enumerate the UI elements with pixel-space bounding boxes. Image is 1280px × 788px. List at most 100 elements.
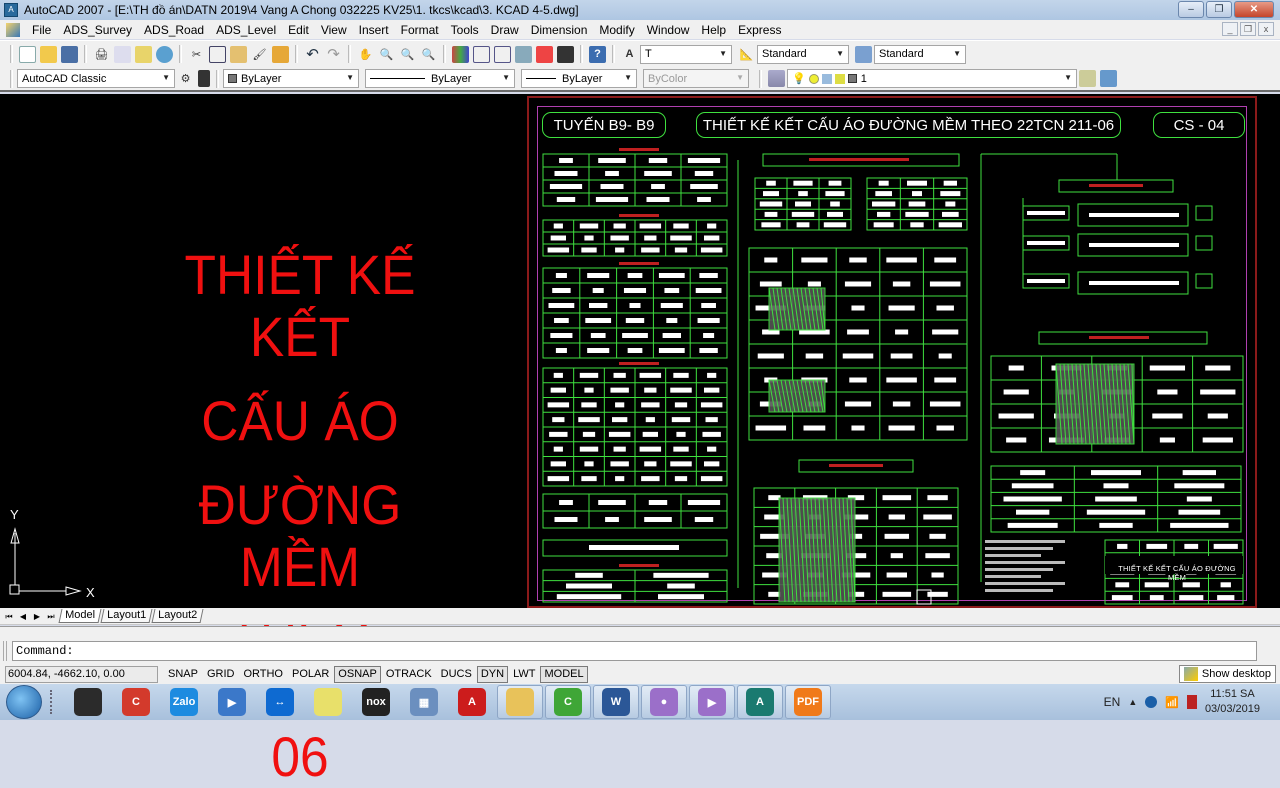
dim-style-select[interactable]: Standard ▼: [757, 44, 849, 64]
design-center-icon[interactable]: [473, 45, 490, 63]
3d-dwf-icon[interactable]: [156, 45, 173, 63]
menu-edit[interactable]: Edit: [282, 23, 315, 37]
status-toggle-osnap[interactable]: OSNAP: [334, 665, 381, 683]
taskbar-app[interactable]: nox: [353, 685, 399, 719]
minimize-button[interactable]: –: [1178, 1, 1204, 18]
plot-icon[interactable]: 🖨: [93, 46, 110, 63]
match-properties-icon[interactable]: 🖌: [251, 46, 268, 63]
doc-close-button[interactable]: x: [1258, 22, 1274, 36]
clock[interactable]: 11:51 SA 03/03/2019: [1205, 687, 1260, 717]
block-editor-icon[interactable]: [272, 45, 289, 63]
menu-view[interactable]: View: [315, 23, 353, 37]
status-toggle-snap[interactable]: SNAP: [164, 666, 202, 683]
tab-layout1[interactable]: Layout1: [100, 609, 153, 623]
text-style-select[interactable]: T ▼: [640, 44, 732, 64]
taskbar-app[interactable]: ▶: [209, 685, 255, 719]
last-tab-button[interactable]: ⏭: [44, 610, 58, 623]
taskbar-app[interactable]: A: [449, 685, 495, 719]
command-grip[interactable]: [3, 641, 7, 661]
menu-ads-level[interactable]: ADS_Level: [210, 23, 282, 37]
save-workspace-icon[interactable]: [198, 70, 210, 87]
menu-modify[interactable]: Modify: [593, 23, 640, 37]
taskbar-app[interactable]: W: [593, 685, 639, 719]
cut-icon[interactable]: ✂: [188, 46, 205, 63]
antivirus-icon[interactable]: [1145, 696, 1158, 708]
linetype-select[interactable]: ByLayer ▼: [365, 69, 515, 88]
lineweight-select[interactable]: ByLayer ▼: [521, 69, 637, 88]
taskbar-app[interactable]: C: [113, 685, 159, 719]
redo-icon[interactable]: ↷: [325, 46, 342, 63]
tab-layout2[interactable]: Layout2: [151, 609, 204, 623]
undo-icon[interactable]: ↶: [304, 46, 321, 63]
status-toggle-grid[interactable]: GRID: [203, 666, 239, 683]
status-toggle-ortho[interactable]: ORTHO: [239, 666, 287, 683]
save-icon[interactable]: [61, 45, 78, 63]
menu-ads-survey[interactable]: ADS_Survey: [57, 23, 138, 37]
status-toggle-lwt[interactable]: LWT: [509, 666, 539, 683]
tab-model[interactable]: Model: [58, 609, 102, 623]
properties-icon[interactable]: [452, 45, 469, 63]
quickcalc-icon[interactable]: [557, 45, 574, 63]
menu-insert[interactable]: Insert: [353, 23, 395, 37]
toolbar-grip[interactable]: [10, 45, 13, 63]
restore-button[interactable]: ❐: [1206, 1, 1232, 18]
layer-properties-icon[interactable]: [768, 70, 785, 87]
menu-file[interactable]: File: [26, 23, 57, 37]
menu-tools[interactable]: Tools: [445, 23, 485, 37]
menu-express[interactable]: Express: [732, 23, 787, 37]
layer-select[interactable]: 💡 1 ▼: [787, 69, 1077, 88]
status-toggle-dyn[interactable]: DYN: [476, 665, 509, 683]
status-toggle-polar[interactable]: POLAR: [288, 666, 333, 683]
status-toggle-model[interactable]: MODEL: [540, 665, 588, 683]
start-button[interactable]: [6, 685, 42, 719]
color-select[interactable]: ByLayer ▼: [223, 69, 359, 88]
text-style-icon[interactable]: A: [621, 46, 638, 63]
open-icon[interactable]: [40, 45, 57, 63]
command-input[interactable]: Command:: [12, 641, 1257, 661]
taskbar-app[interactable]: ▶: [689, 685, 735, 719]
new-icon[interactable]: [19, 45, 36, 63]
light-bulb-icon[interactable]: 💡: [792, 72, 806, 85]
paste-icon[interactable]: [230, 45, 247, 63]
menu-format[interactable]: Format: [395, 23, 445, 37]
table-style-icon[interactable]: [855, 45, 872, 63]
language-indicator[interactable]: EN: [1104, 695, 1121, 709]
doc-minimize-button[interactable]: _: [1222, 22, 1238, 36]
pan-icon[interactable]: ✋: [357, 46, 374, 63]
coordinates-readout[interactable]: 6004.84, -4662.10, 0.00: [5, 665, 158, 683]
taskbar-app[interactable]: ↔: [257, 685, 303, 719]
publish-icon[interactable]: [135, 45, 152, 63]
taskbar-app[interactable]: ●: [641, 685, 687, 719]
menu-ads-road[interactable]: ADS_Road: [138, 23, 210, 37]
tool-palettes-icon[interactable]: [494, 45, 511, 63]
zoom-window-icon[interactable]: 🔍: [399, 46, 416, 63]
zoom-previous-icon[interactable]: 🔍: [420, 46, 437, 63]
document-icon[interactable]: [6, 22, 20, 37]
sun-icon[interactable]: [808, 73, 819, 84]
prev-tab-button[interactable]: ◀: [16, 610, 30, 623]
menu-window[interactable]: Window: [641, 23, 696, 37]
menu-help[interactable]: Help: [695, 23, 732, 37]
status-toggle-otrack[interactable]: OTRACK: [382, 666, 436, 683]
lock-icon[interactable]: [834, 73, 845, 84]
make-layer-current-icon[interactable]: [1079, 70, 1096, 87]
layer-previous-icon[interactable]: [1100, 70, 1117, 87]
menu-dimension[interactable]: Dimension: [525, 23, 594, 37]
taskbar-app[interactable]: [65, 685, 111, 719]
next-tab-button[interactable]: ▶: [30, 610, 44, 623]
taskbar-app[interactable]: Zalo: [161, 685, 207, 719]
copy-icon[interactable]: [209, 45, 226, 63]
tray-settings-icon[interactable]: [1183, 667, 1198, 681]
toolbar-grip[interactable]: [10, 69, 13, 88]
menu-draw[interactable]: Draw: [485, 23, 525, 37]
doc-restore-button[interactable]: ❐: [1240, 22, 1256, 36]
workspace-settings-icon[interactable]: ⚙: [177, 70, 194, 87]
dim-style-icon[interactable]: 📐: [738, 46, 755, 63]
taskbar-app[interactable]: A: [737, 685, 783, 719]
table-style-select[interactable]: Standard ▼: [874, 44, 966, 64]
help-icon[interactable]: ?: [589, 45, 606, 63]
first-tab-button[interactable]: ⏮: [2, 610, 16, 623]
taskbar-app[interactable]: ▦: [401, 685, 447, 719]
taskbar-app[interactable]: [497, 685, 543, 719]
zoom-realtime-icon[interactable]: 🔍: [378, 46, 395, 63]
